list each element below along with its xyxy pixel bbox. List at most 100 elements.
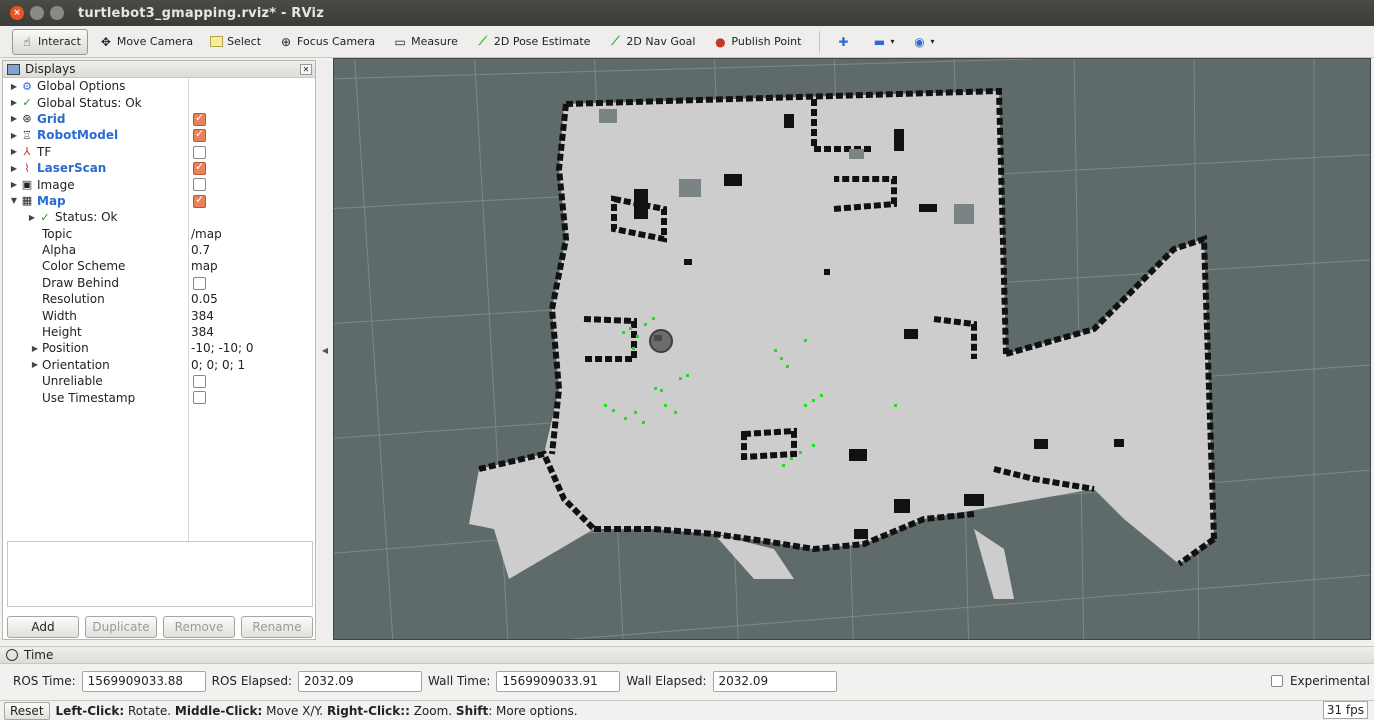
- expand-arrow-icon[interactable]: ▶: [27, 213, 37, 222]
- minus-icon: ▬: [873, 34, 886, 49]
- map-prop-position[interactable]: ▶ Position -10; -10; 0: [3, 340, 315, 356]
- close-panel-icon[interactable]: ✕: [300, 63, 312, 75]
- add-tool-button[interactable]: ✚: [828, 29, 861, 55]
- remove-display-button[interactable]: Remove: [163, 616, 235, 638]
- select-rect-icon: [210, 36, 224, 47]
- wall-elapsed-field[interactable]: [712, 670, 837, 692]
- map-topic-value[interactable]: /map: [191, 227, 222, 241]
- map-prop-height[interactable]: Height 384: [3, 324, 315, 340]
- expand-arrow-icon[interactable]: ▶: [9, 131, 19, 140]
- map-prop-resolution[interactable]: Resolution 0.05: [3, 291, 315, 307]
- image-enable-checkbox[interactable]: [193, 178, 206, 192]
- display-item-tf[interactable]: ▶ ⅄ TF: [3, 144, 315, 160]
- tf-enable-checkbox[interactable]: [193, 145, 206, 159]
- expand-arrow-icon[interactable]: ▶: [30, 360, 40, 369]
- interact-tool-button[interactable]: ☝ Interact: [12, 28, 88, 55]
- move-camera-tool-button[interactable]: ✥ Move Camera: [91, 29, 200, 55]
- map-color-scheme-value[interactable]: map: [191, 259, 218, 273]
- measure-icon: ▭: [394, 34, 406, 49]
- map-prop-draw-behind[interactable]: Draw Behind: [3, 275, 315, 291]
- expand-arrow-icon[interactable]: ▶: [9, 147, 19, 156]
- duplicate-display-button[interactable]: Duplicate: [85, 616, 157, 638]
- rename-display-button[interactable]: Rename: [241, 616, 313, 638]
- ros-time-label: ROS Time:: [13, 674, 76, 688]
- chevron-down-icon: ▾: [890, 37, 895, 46]
- display-item-global-options[interactable]: ▶ ⚙ Global Options: [3, 78, 315, 94]
- nav-goal-tool-button[interactable]: ⟋ 2D Nav Goal: [600, 29, 702, 55]
- ros-elapsed-label: ROS Elapsed:: [211, 674, 293, 688]
- select-tool-button[interactable]: Select: [203, 29, 268, 55]
- map-prop-width[interactable]: Width 384: [3, 307, 315, 323]
- render-view[interactable]: [333, 58, 1371, 640]
- experimental-checkbox[interactable]: [1270, 675, 1283, 687]
- draw-behind-checkbox[interactable]: [193, 276, 206, 290]
- map-prop-topic[interactable]: Topic /map: [3, 226, 315, 242]
- laserscan-enable-checkbox[interactable]: [193, 160, 206, 175]
- map-prop-color-scheme[interactable]: Color Scheme map: [3, 258, 315, 274]
- map-status-item[interactable]: ▶ ✓ Status: Ok: [3, 209, 315, 225]
- publish-point-tool-button[interactable]: ● Publish Point: [705, 29, 808, 55]
- check-icon: ✓: [40, 210, 50, 224]
- add-display-button[interactable]: Add: [7, 616, 79, 638]
- pose-estimate-tool-button[interactable]: ⟋ 2D Pose Estimate: [468, 29, 598, 55]
- image-icon: ▣: [21, 178, 33, 192]
- panel-splitter-handle[interactable]: ◀: [318, 60, 332, 640]
- robotmodel-enable-checkbox[interactable]: [193, 127, 206, 143]
- expand-arrow-icon[interactable]: ▶: [9, 82, 19, 91]
- focus-camera-tool-button[interactable]: ⊕ Focus Camera: [271, 29, 382, 55]
- expand-arrow-icon[interactable]: ▶: [9, 98, 19, 107]
- use-timestamp-checkbox[interactable]: [193, 391, 206, 405]
- map-enable-checkbox[interactable]: [193, 193, 206, 208]
- map-prop-use-timestamp[interactable]: Use Timestamp: [3, 389, 315, 405]
- expand-arrow-icon[interactable]: ▶: [9, 164, 19, 173]
- ros-time-field[interactable]: [81, 670, 206, 692]
- map-prop-alpha[interactable]: Alpha 0.7: [3, 242, 315, 258]
- close-window-icon[interactable]: ×: [10, 6, 24, 20]
- focus-camera-icon: ⊕: [281, 34, 292, 49]
- pose-arrow-icon: ⟋: [478, 34, 488, 48]
- time-panel-header: Time: [0, 646, 1374, 664]
- map-resolution-value: 0.05: [191, 292, 218, 307]
- display-item-robotmodel[interactable]: ▶ ♖ RobotModel: [3, 127, 315, 143]
- measure-tool-button[interactable]: ▭ Measure: [385, 29, 465, 55]
- collapse-left-icon[interactable]: ◀: [322, 346, 328, 355]
- ros-elapsed-field[interactable]: [298, 670, 423, 692]
- unreliable-checkbox[interactable]: [193, 375, 206, 389]
- map-visualization: [334, 59, 1370, 639]
- map-pin-icon: ●: [715, 34, 726, 49]
- chevron-down-icon: ▾: [930, 37, 935, 46]
- map-prop-unreliable[interactable]: Unreliable: [3, 373, 315, 389]
- remove-tool-dropdown[interactable]: ▬ ▾: [864, 29, 901, 55]
- status-bar: Reset Left-Click: Rotate. Middle-Click: …: [0, 700, 1374, 720]
- grid-enable-checkbox[interactable]: [193, 111, 206, 126]
- expand-arrow-icon[interactable]: ▶: [9, 180, 19, 189]
- toolbar-separator: [819, 30, 821, 53]
- map-position-value: -10; -10; 0: [191, 341, 254, 356]
- expand-arrow-icon[interactable]: ▶: [30, 344, 40, 353]
- wall-time-field[interactable]: [496, 670, 621, 692]
- experimental-toggle[interactable]: Experimental: [1270, 674, 1370, 688]
- expand-arrow-icon[interactable]: ▶: [9, 114, 19, 123]
- displays-tree: ▶ ⚙ Global Options ▶ ✓ Global Status: Ok…: [3, 78, 315, 556]
- display-item-laserscan[interactable]: ▶ ⌇ LaserScan: [3, 160, 315, 176]
- display-item-image[interactable]: ▶ ▣ Image: [3, 176, 315, 192]
- map-prop-orientation[interactable]: ▶ Orientation 0; 0; 0; 1: [3, 357, 315, 373]
- map-orientation-value: 0; 0; 0; 1: [191, 357, 246, 372]
- reset-button[interactable]: Reset: [4, 701, 50, 720]
- display-item-global-status[interactable]: ▶ ✓ Global Status: Ok: [3, 94, 315, 110]
- map-alpha-value[interactable]: 0.7: [191, 243, 210, 257]
- displays-panel: Displays ✕ ▶ ⚙ Global Options ▶ ✓ Global…: [2, 60, 316, 640]
- collapse-arrow-icon[interactable]: ▼: [9, 196, 19, 205]
- displays-button-row: Add Duplicate Remove Rename: [7, 616, 313, 638]
- display-item-map[interactable]: ▼ ▦ Map: [3, 193, 315, 209]
- display-item-grid[interactable]: ▶ ⊛ Grid: [3, 111, 315, 127]
- hand-pointer-icon: ☝: [23, 34, 31, 49]
- minimize-window-icon[interactable]: [30, 6, 44, 20]
- maximize-window-icon[interactable]: [50, 6, 64, 20]
- laser-icon: ⌇: [24, 161, 30, 175]
- eye-icon: ◉: [914, 34, 925, 49]
- robot-model: [649, 329, 673, 353]
- view-tool-dropdown[interactable]: ◉ ▾: [904, 29, 941, 55]
- plus-icon: ✚: [838, 34, 849, 49]
- check-icon: ✓: [22, 96, 32, 110]
